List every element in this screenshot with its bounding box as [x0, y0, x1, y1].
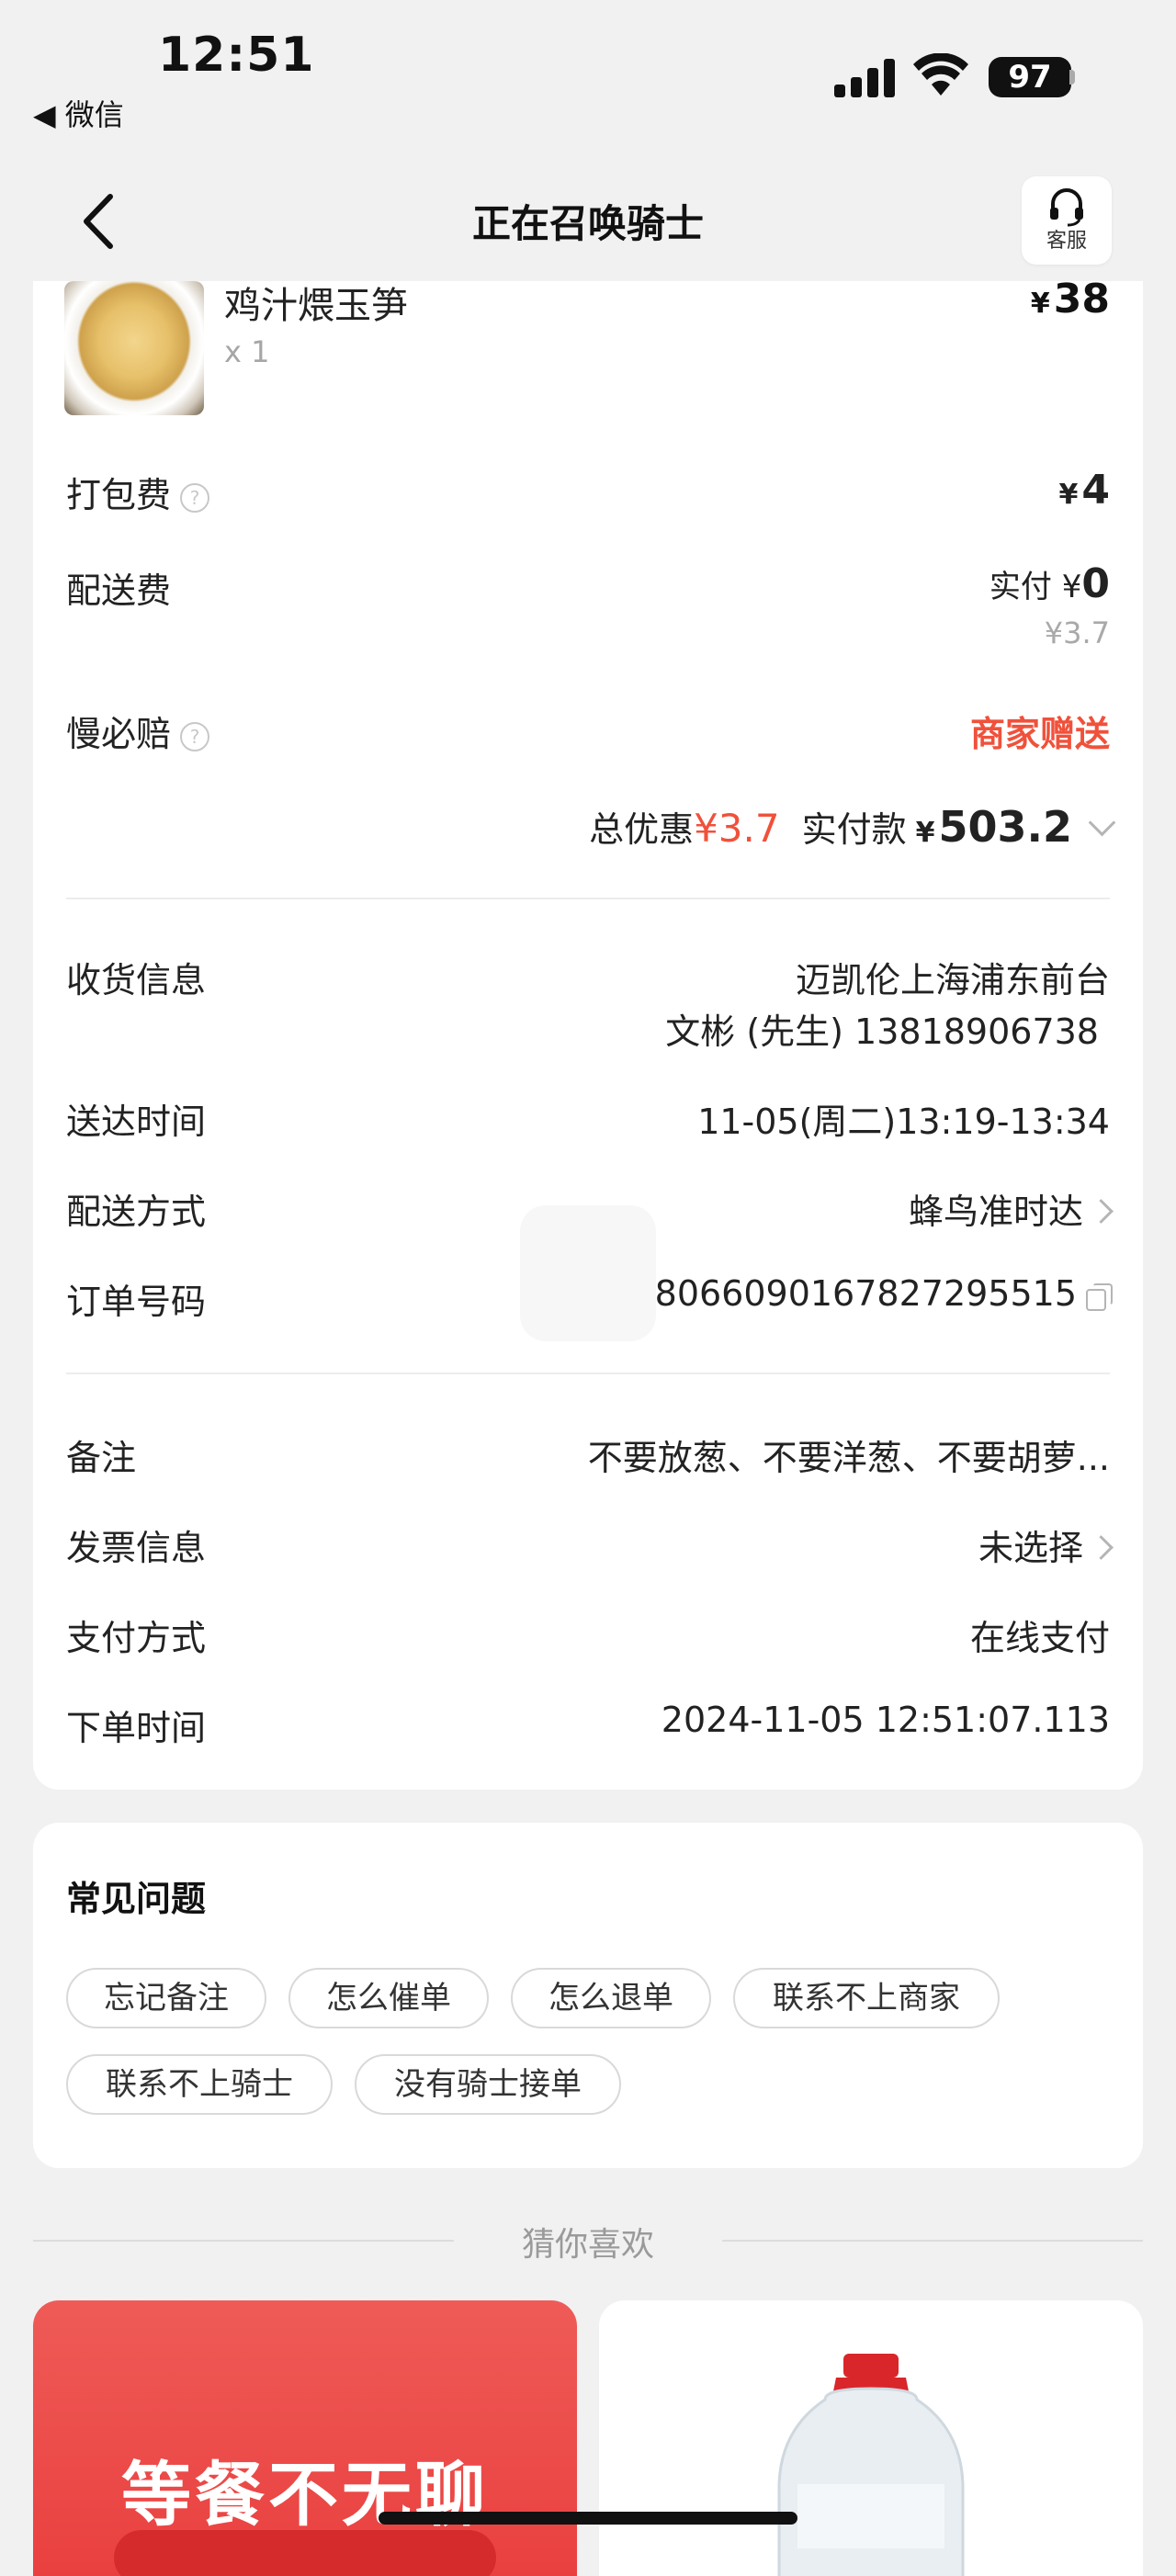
- chevron-down-icon: [1088, 808, 1116, 837]
- watermark: [520, 1205, 656, 1341]
- delivery-method-label: 配送方式: [66, 1192, 207, 1232]
- copy-icon[interactable]: [1086, 1282, 1113, 1311]
- question-icon[interactable]: ?: [180, 721, 210, 751]
- order-time-value: 2024-11-05 12:51:07.113: [661, 1700, 1110, 1740]
- dish-price: ¥38: [1031, 276, 1110, 322]
- discount-value: ¥3.7: [694, 806, 780, 851]
- payment-method-label: 支付方式: [66, 1618, 207, 1658]
- invoice-value[interactable]: 未选择: [978, 1520, 1114, 1570]
- chevron-right-icon: [1089, 1199, 1114, 1224]
- receiver-contact: 文彬 (先生) 13818906738: [665, 1011, 1099, 1052]
- receiver-address: 迈凯伦上海浦东前台: [795, 960, 1110, 1000]
- invoice-label: 发票信息: [66, 1528, 207, 1568]
- faq-chip-rider-unreachable[interactable]: 联系不上骑士: [66, 2054, 333, 2115]
- divider: [66, 898, 1110, 899]
- slow-compensation-value: 商家赠送: [969, 714, 1110, 754]
- delivery-paid-amount: 0: [1081, 560, 1110, 607]
- chevron-right-icon: [1089, 1535, 1114, 1560]
- faq-title: 常见问题: [66, 1879, 207, 1919]
- delivery-method-text: 蜂鸟准时达: [908, 1192, 1083, 1232]
- delivery-method-value[interactable]: 蜂鸟准时达: [908, 1183, 1114, 1234]
- customer-service-button[interactable]: 客服: [1022, 176, 1112, 265]
- delivery-fee-label: 配送费: [66, 571, 172, 611]
- faq-chip-cancel-order[interactable]: 怎么退单: [511, 1968, 711, 2028]
- recommend-title: 猜你喜欢: [521, 2226, 654, 2264]
- water-bottle-image: [777, 2354, 965, 2576]
- divider: [66, 1373, 1110, 1374]
- delivery-paid-prefix: 实付 ¥: [989, 569, 1082, 605]
- page-title: 正在召唤骑士: [471, 201, 704, 246]
- status-time: 12:51: [158, 28, 315, 83]
- currency-symbol: ¥: [1030, 288, 1050, 320]
- note-value[interactable]: 不要放葱、不要洋葱、不要胡萝...: [588, 1429, 1110, 1480]
- slow-compensation-label: 慢必赔?: [66, 706, 210, 756]
- slow-compensation-text: 慢必赔: [66, 714, 172, 754]
- chevron-left-icon: [84, 194, 113, 249]
- promo-card[interactable]: 等餐不无聊: [33, 2300, 577, 2576]
- packing-fee-label: 打包费?: [66, 467, 210, 517]
- currency-symbol: ¥: [915, 817, 935, 849]
- order-number-text: 8066090167827295515: [654, 1273, 1077, 1314]
- headset-icon: [1050, 188, 1083, 227]
- order-time-label: 下单时间: [66, 1708, 207, 1748]
- packing-fee-value: ¥4: [1059, 467, 1111, 514]
- battery-icon: 97: [989, 57, 1071, 97]
- wifi-icon: [913, 52, 968, 97]
- order-total[interactable]: 总优惠¥3.7 实付款 ¥503.2: [589, 801, 1116, 852]
- receiver-info-label: 收货信息: [66, 960, 207, 1000]
- discount-label: 总优惠: [589, 809, 695, 850]
- faq-chip-forgot-note[interactable]: 忘记备注: [66, 1968, 266, 2028]
- currency-symbol: ¥: [1058, 479, 1079, 511]
- product-card[interactable]: [599, 2300, 1143, 2576]
- dish-quantity: x 1: [224, 334, 270, 369]
- section-divider-right: [722, 2240, 1143, 2242]
- faq-chip-merchant-unreachable[interactable]: 联系不上商家: [733, 1968, 1000, 2028]
- customer-service-label: 客服: [1046, 230, 1087, 253]
- order-number-value: 8066090167827295515: [654, 1273, 1113, 1314]
- faq-chip-no-rider[interactable]: 没有骑士接单: [355, 2054, 621, 2115]
- payment-method-value: 在线支付: [969, 1618, 1110, 1658]
- dish-price-value: 38: [1053, 276, 1110, 322]
- cellular-signal-icon: [834, 59, 895, 97]
- paid-label: 实付款: [801, 809, 907, 850]
- dish-name: 鸡汁煨玉笋: [224, 285, 408, 327]
- section-divider-left: [33, 2240, 454, 2242]
- home-indicator: [379, 2512, 797, 2525]
- delivery-fee-value: 实付 ¥0: [989, 560, 1110, 607]
- back-button[interactable]: [75, 189, 119, 254]
- faq-chip-urge-order[interactable]: 怎么催单: [288, 1968, 489, 2028]
- paid-value: 503.2: [938, 802, 1072, 852]
- delivery-time-label: 送达时间: [66, 1102, 207, 1142]
- question-icon[interactable]: ?: [180, 482, 210, 513]
- back-to-wechat-link[interactable]: ◀ 微信: [33, 92, 124, 134]
- note-label: 备注: [66, 1438, 137, 1478]
- delivery-original-fee: ¥3.7: [1044, 616, 1110, 650]
- packing-fee-amount: 4: [1081, 467, 1110, 514]
- battery-tip: [1069, 70, 1075, 85]
- delivery-time-value: 11-05(周二)13:19-13:34: [697, 1102, 1110, 1142]
- dish-image: [64, 281, 204, 415]
- order-number-label: 订单号码: [66, 1282, 207, 1322]
- promo-button[interactable]: [114, 2530, 496, 2576]
- packing-fee-text: 打包费: [66, 475, 172, 515]
- invoice-text: 未选择: [978, 1528, 1083, 1568]
